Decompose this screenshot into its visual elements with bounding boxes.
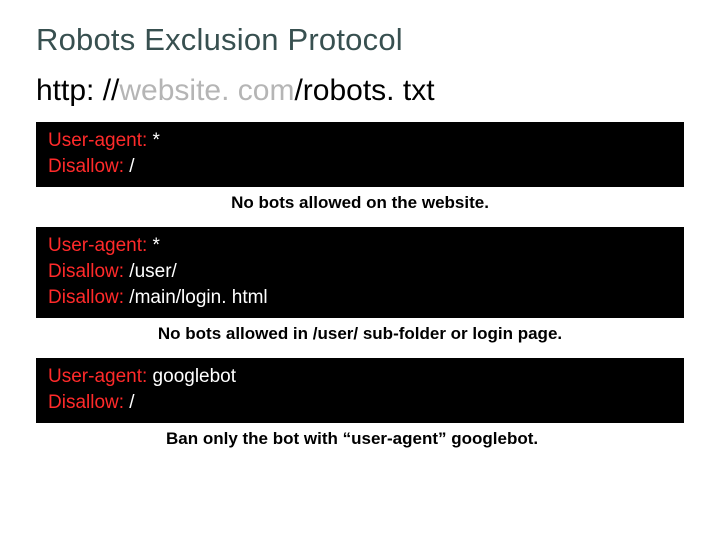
slide: Robots Exclusion Protocol http: //websit… <box>0 0 720 540</box>
caption-2: No bots allowed in /user/ sub-folder or … <box>36 324 684 344</box>
code-line: Disallow: / <box>48 154 672 180</box>
code-line: Disallow: / <box>48 390 672 416</box>
code-line: User-agent: * <box>48 128 672 154</box>
code-key: Disallow: <box>48 261 124 282</box>
code-key: Disallow: <box>48 156 124 177</box>
code-val: /main/login. html <box>124 287 268 308</box>
code-block-1: User-agent: * Disallow: / <box>36 122 684 187</box>
code-val: / <box>124 156 135 177</box>
code-block-2: User-agent: * Disallow: /user/ Disallow:… <box>36 227 684 318</box>
code-val: * <box>147 130 160 151</box>
page-title: Robots Exclusion Protocol <box>36 22 684 58</box>
code-key: User-agent: <box>48 130 147 151</box>
caption-3: Ban only the bot with “user-agent” googl… <box>36 429 684 449</box>
code-line: User-agent: googlebot <box>48 364 672 390</box>
code-line: Disallow: /user/ <box>48 259 672 285</box>
url-line: http: //website. com/robots. txt <box>36 74 684 108</box>
code-val: * <box>147 235 160 256</box>
caption-1: No bots allowed on the website. <box>36 193 684 213</box>
code-key: User-agent: <box>48 366 147 387</box>
code-key: User-agent: <box>48 235 147 256</box>
code-line: Disallow: /main/login. html <box>48 285 672 311</box>
code-key: Disallow: <box>48 287 124 308</box>
code-block-3: User-agent: googlebot Disallow: / <box>36 358 684 423</box>
code-key: Disallow: <box>48 392 124 413</box>
url-scheme: http: // <box>36 74 119 107</box>
url-host: website. com <box>119 74 294 107</box>
code-line: User-agent: * <box>48 233 672 259</box>
url-path: /robots. txt <box>294 74 434 107</box>
code-val: / <box>124 392 135 413</box>
code-val: /user/ <box>124 261 177 282</box>
code-val: googlebot <box>147 366 236 387</box>
